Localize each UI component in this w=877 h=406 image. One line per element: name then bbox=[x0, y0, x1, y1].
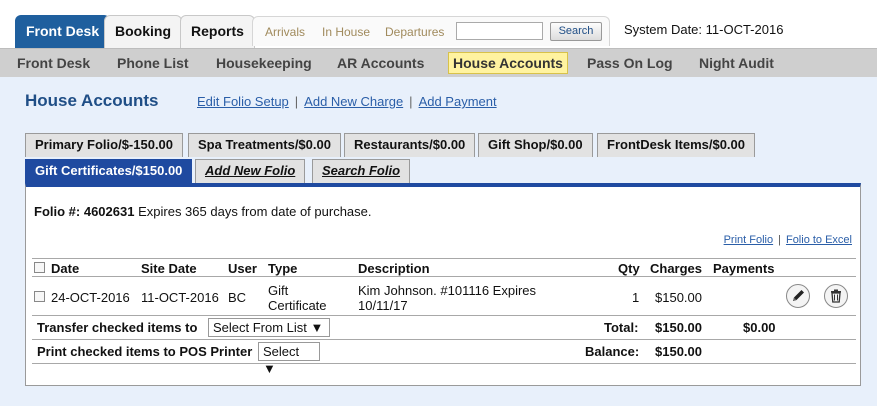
sub-nav: Front Desk Phone List Housekeeping AR Ac… bbox=[0, 48, 877, 77]
folio-to-excel-link[interactable]: Folio to Excel bbox=[786, 234, 852, 246]
edit-pencil-icon[interactable] bbox=[786, 284, 810, 308]
folio-tab-search-folio[interactable]: Search Folio bbox=[312, 159, 411, 183]
quick-link-departures[interactable]: Departures bbox=[385, 25, 444, 39]
folio-tab-spa-treatments[interactable]: Spa Treatments/$0.00 bbox=[188, 133, 341, 157]
print-folio-link[interactable]: Print Folio bbox=[724, 234, 774, 246]
row-user: BC bbox=[228, 290, 247, 305]
folio-tab-gift-certificates[interactable]: Gift Certificates/$150.00 bbox=[25, 159, 193, 183]
col-date: Date bbox=[51, 261, 80, 276]
transfer-label: Transfer checked items to bbox=[37, 320, 198, 335]
total-label: Total: bbox=[604, 320, 639, 335]
print-links: Print Folio | Folio to Excel bbox=[723, 234, 852, 246]
col-charges: Charges bbox=[650, 261, 703, 276]
col-payments: Payments bbox=[713, 261, 775, 276]
folio-tab-add-new-folio[interactable]: Add New Folio bbox=[195, 159, 306, 183]
row-date: 24-OCT-2016 bbox=[51, 290, 130, 305]
subnav-phone-list[interactable]: Phone List bbox=[117, 55, 189, 71]
print-row: Print checked items to POS Printer Selec… bbox=[32, 340, 856, 376]
delete-trash-icon[interactable] bbox=[824, 284, 848, 308]
quick-link-arrivals[interactable]: Arrivals bbox=[265, 25, 305, 39]
add-payment-link[interactable]: Add Payment bbox=[419, 94, 497, 109]
col-type: Type bbox=[268, 261, 298, 276]
subnav-housekeeping[interactable]: Housekeeping bbox=[216, 55, 312, 71]
quick-links-bar: Arrivals In House Departures Search bbox=[252, 16, 610, 46]
folio-tab-primary[interactable]: Primary Folio/$-150.00 bbox=[25, 133, 184, 157]
col-site-date: Site Date bbox=[141, 261, 197, 276]
folio-tab-frontdesk-items[interactable]: FrontDesk Items/$0.00 bbox=[597, 133, 756, 157]
col-description: Description bbox=[358, 261, 430, 276]
total-payments: $0.00 bbox=[743, 320, 776, 335]
row-qty: 1 bbox=[632, 290, 640, 305]
transfer-select[interactable]: Select From List ▼ bbox=[208, 318, 330, 337]
search-button[interactable]: Search bbox=[550, 22, 602, 41]
transfer-row: Transfer checked items to Select From Li… bbox=[32, 316, 856, 340]
folio-info: Folio #: 4602631 Expires 365 days from d… bbox=[34, 204, 372, 219]
subnav-pass-on-log[interactable]: Pass On Log bbox=[587, 55, 673, 71]
row-desc-line2: 10/11/17 bbox=[358, 298, 408, 313]
folio-number-label: Folio #: bbox=[34, 204, 81, 219]
balance-value: $150.00 bbox=[655, 344, 702, 359]
tab-reports[interactable]: Reports bbox=[180, 15, 255, 48]
subnav-house-accounts[interactable]: House Accounts bbox=[448, 52, 568, 74]
row-checkbox[interactable] bbox=[34, 291, 45, 302]
add-new-charge-link[interactable]: Add New Charge bbox=[304, 94, 403, 109]
pos-printer-select[interactable]: Select ▼ bbox=[258, 342, 320, 376]
folio-note: Expires 365 days from date of purchase. bbox=[138, 204, 372, 219]
table-header: Date Site Date User Type Description Qty… bbox=[32, 258, 856, 277]
row-desc-line1: Kim Johnson. #101116 Expires bbox=[358, 283, 537, 298]
tab-front-desk[interactable]: Front Desk bbox=[15, 15, 111, 48]
subnav-night-audit[interactable]: Night Audit bbox=[699, 55, 774, 71]
table-row: 24-OCT-2016 11-OCT-2016 BC Gift Certific… bbox=[32, 277, 856, 316]
tab-booking[interactable]: Booking bbox=[104, 15, 182, 48]
content-area: House Accounts Edit Folio Setup | Add New … bbox=[0, 77, 877, 406]
select-all-checkbox[interactable] bbox=[34, 262, 45, 273]
folio-tab-restaurants[interactable]: Restaurants/$0.00 bbox=[344, 133, 476, 157]
row-type-line1: Gift bbox=[268, 283, 289, 298]
row-charges: $150.00 bbox=[655, 290, 702, 305]
col-qty: Qty bbox=[618, 261, 640, 276]
row-site-date: 11-OCT-2016 bbox=[141, 290, 219, 305]
system-date: System Date: 11-OCT-2016 bbox=[624, 22, 784, 37]
quick-link-in-house[interactable]: In House bbox=[322, 25, 370, 39]
col-user: User bbox=[228, 261, 257, 276]
page-title: House Accounts bbox=[25, 91, 159, 110]
page-actions: Edit Folio Setup | Add New Charge | Add Paym… bbox=[197, 94, 497, 109]
print-pos-label: Print checked items to POS Printer bbox=[37, 344, 253, 359]
search-input[interactable] bbox=[456, 22, 543, 40]
top-nav: Front Desk Booking Reports Arrivals In H… bbox=[0, 0, 877, 48]
row-type-line2: Certificate bbox=[268, 298, 327, 313]
folio-panel: Folio #: 4602631 Expires 365 days from d… bbox=[25, 183, 861, 386]
subnav-front-desk[interactable]: Front Desk bbox=[17, 55, 90, 71]
folio-tab-gift-shop[interactable]: Gift Shop/$0.00 bbox=[478, 133, 593, 157]
edit-folio-setup-link[interactable]: Edit Folio Setup bbox=[197, 94, 289, 109]
folio-number: 4602631 bbox=[83, 204, 135, 219]
subnav-ar-accounts[interactable]: AR Accounts bbox=[337, 55, 424, 71]
total-charges: $150.00 bbox=[655, 320, 702, 335]
balance-label: Balance: bbox=[585, 344, 640, 359]
